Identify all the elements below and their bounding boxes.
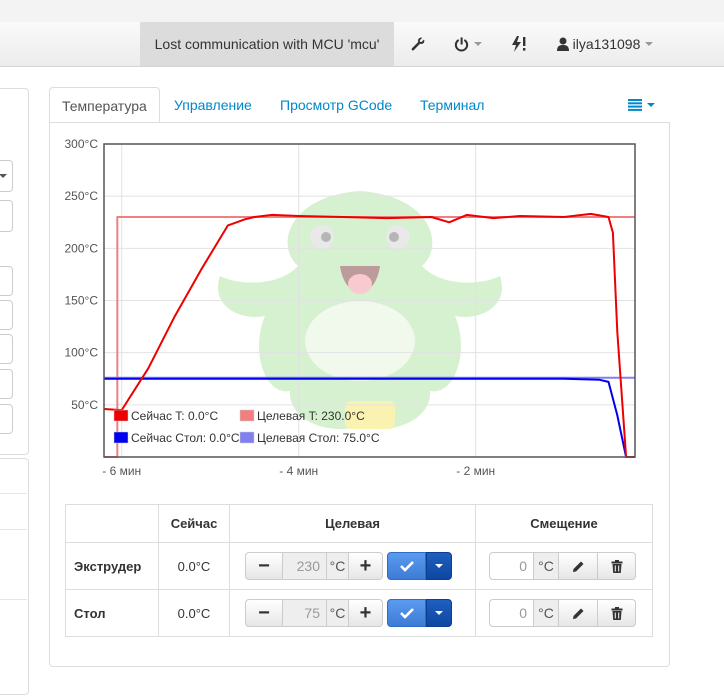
- y-tick-label: 150°C: [65, 294, 99, 308]
- apply-target-button[interactable]: [387, 552, 426, 580]
- apply-target-button[interactable]: [387, 599, 426, 627]
- divider: [0, 493, 27, 494]
- username: ilya131098: [572, 36, 641, 52]
- wrench-icon: [411, 37, 425, 51]
- y-tick-label: 250°C: [65, 189, 99, 203]
- legend-label: Сейчас T: 0.0°C: [131, 409, 218, 423]
- sidebar-button[interactable]: [0, 334, 13, 364]
- legend-swatch: [113, 431, 129, 444]
- sidebar-button[interactable]: [0, 369, 13, 399]
- tab-control[interactable]: Управление: [162, 87, 264, 123]
- trash-icon: [611, 559, 622, 573]
- current-temp: 0.0°C: [158, 542, 230, 590]
- target-presets-dropdown[interactable]: [426, 552, 452, 580]
- y-tick-label: 300°C: [65, 137, 99, 151]
- edit-offset-button[interactable]: [559, 552, 598, 580]
- table-header-row: Сейчас Целевая Смещение: [65, 504, 653, 543]
- sidebar-button[interactable]: [0, 300, 13, 330]
- y-tick-label: 100°C: [65, 346, 99, 360]
- chevron-down-icon: [0, 174, 7, 178]
- sidebar-button[interactable]: [0, 404, 13, 434]
- target-temp-input[interactable]: 75: [283, 599, 327, 627]
- sidebar-button[interactable]: [0, 200, 13, 232]
- row-label: Стол: [65, 589, 159, 637]
- connection-alert[interactable]: Lost communication with MCU 'mcu': [140, 22, 394, 66]
- pencil-icon: [572, 561, 583, 572]
- current-temp: 0.0°C: [158, 589, 230, 637]
- tab-terminal[interactable]: Терминал: [408, 87, 496, 123]
- unit-label: °C: [534, 552, 559, 580]
- row-label: Экструдер: [65, 542, 159, 590]
- target-temp-input[interactable]: 230: [283, 552, 327, 580]
- target-presets-dropdown[interactable]: [426, 599, 452, 627]
- x-tick-label: - 6 мин: [102, 464, 141, 478]
- edit-offset-button[interactable]: [559, 599, 598, 627]
- x-tick-label: - 4 мин: [279, 464, 318, 478]
- delete-offset-button[interactable]: [598, 599, 636, 627]
- sidebar-panel-lower: [0, 458, 29, 695]
- legend-label: Целевая T: 230.0°C: [257, 409, 365, 423]
- check-icon: [399, 608, 414, 619]
- sidebar-button[interactable]: [0, 266, 13, 296]
- unit-label: °C: [327, 599, 349, 627]
- unit-label: °C: [534, 599, 559, 627]
- tab-temperature[interactable]: Температура: [49, 87, 160, 125]
- navbar: Lost communication with MCU 'mcu' ilya13…: [0, 22, 724, 67]
- increase-target-button[interactable]: +: [349, 599, 383, 627]
- divider: [0, 599, 27, 600]
- chevron-down-icon: [474, 42, 482, 46]
- legend-label: Целевая Стол: 75.0°C: [257, 431, 380, 445]
- table-header: [65, 504, 159, 543]
- delete-offset-button[interactable]: [598, 552, 636, 580]
- tab-gcode-viewer[interactable]: Просмотр GCode: [268, 87, 404, 123]
- power-icon: [454, 36, 469, 51]
- browser-top-strip: [0, 0, 724, 23]
- increase-target-button[interactable]: +: [349, 552, 383, 580]
- decrease-target-button[interactable]: −: [245, 599, 283, 627]
- tab-bar: Температура Управление Просмотр GCode Те…: [49, 87, 669, 125]
- legend-label: Сейчас Стол: 0.0°C: [131, 431, 240, 445]
- temperature-control-table: Сейчас Целевая Смещение Экструдер 0.0°C …: [65, 504, 653, 637]
- sidebar-select[interactable]: [0, 160, 13, 192]
- divider: [0, 529, 27, 530]
- pencil-icon: [572, 608, 583, 619]
- settings-button[interactable]: [400, 22, 436, 66]
- chevron-down-icon: [645, 42, 654, 46]
- unit-label: °C: [327, 552, 349, 580]
- temperature-chart: - 6 мин - 4 мин - 2 мин 300°C 250°C 200°C 150°…: [65, 137, 636, 478]
- emergency-stop-button[interactable]: [504, 22, 534, 66]
- y-tick-label: 50°C: [71, 398, 98, 412]
- table-row-bed: Стол 0.0°C − 75 °C + 0 °C: [65, 589, 653, 637]
- table-row-extruder: Экструдер 0.0°C − 230 °C + 0 °C: [65, 542, 653, 590]
- chevron-down-icon: [435, 611, 443, 615]
- list-icon: [628, 99, 642, 111]
- system-menu-button[interactable]: [446, 22, 490, 66]
- legend-swatch: [239, 409, 255, 422]
- chevron-down-icon: [647, 103, 655, 107]
- x-tick-label: - 2 мин: [456, 464, 495, 478]
- sidebar-panel: [0, 88, 29, 455]
- decrease-target-button[interactable]: −: [245, 552, 283, 580]
- bolt-exclaim-icon: [512, 36, 526, 52]
- offset-input[interactable]: 0: [489, 599, 534, 627]
- y-tick-label: 200°C: [65, 241, 99, 255]
- table-header-target: Целевая: [229, 504, 476, 543]
- check-icon: [399, 561, 414, 572]
- user-icon: [556, 37, 569, 51]
- tab-overflow-menu[interactable]: [628, 87, 655, 123]
- legend-swatch: [113, 409, 129, 422]
- chevron-down-icon: [435, 564, 443, 568]
- table-header-offset: Смещение: [475, 504, 653, 543]
- octopus-logo-watermark: [218, 191, 502, 430]
- legend-swatch: [239, 431, 255, 444]
- offset-input[interactable]: 0: [489, 552, 534, 580]
- user-menu-button[interactable]: ilya131098: [550, 22, 660, 66]
- table-header-current: Сейчас: [158, 504, 230, 543]
- trash-icon: [611, 606, 622, 620]
